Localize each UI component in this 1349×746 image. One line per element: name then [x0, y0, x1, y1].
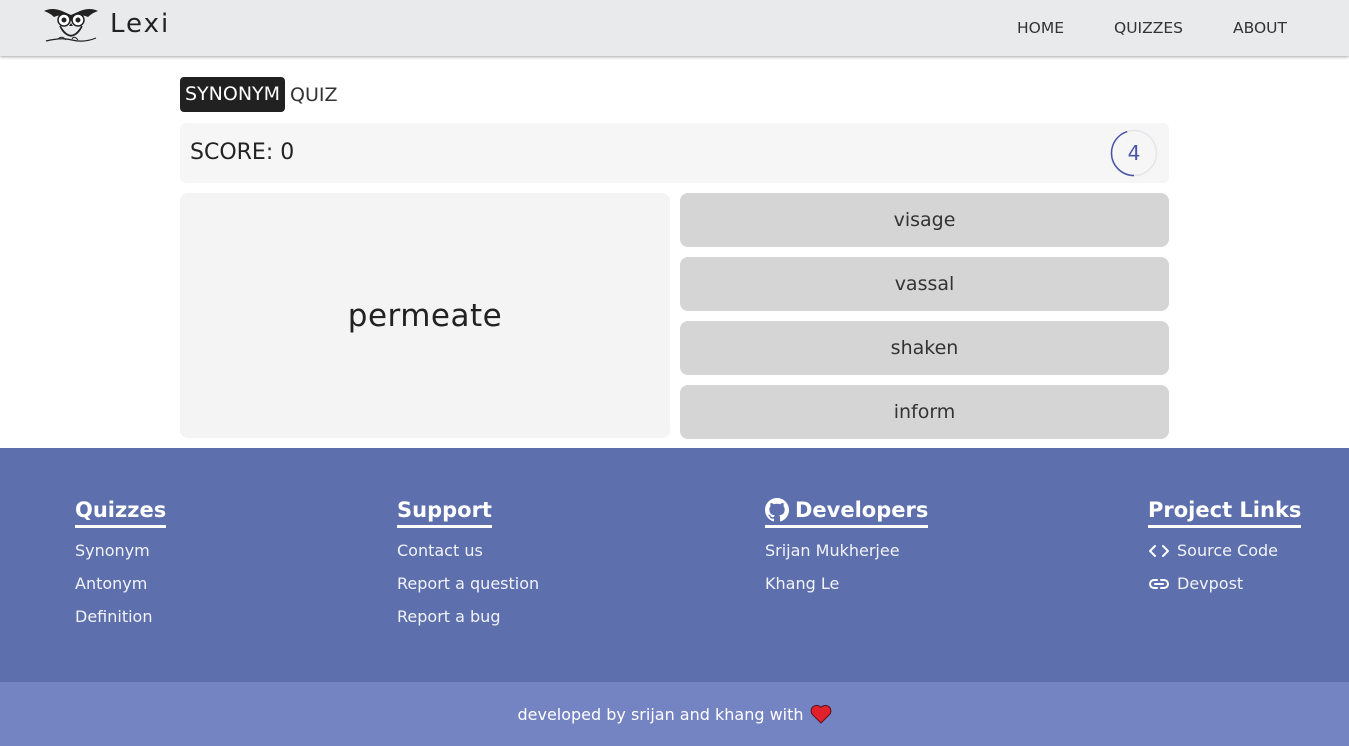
answer-option[interactable]: visage	[680, 193, 1169, 247]
credit-text: developed by srijan and khang with	[517, 704, 804, 724]
footer-heading-support: Support	[397, 498, 492, 528]
footer-col-support: Support Contact us Report a question Rep…	[397, 498, 539, 627]
footer-link-report-bug[interactable]: Report a bug	[397, 606, 539, 627]
credit-bar: developed by srijan and khang with	[0, 682, 1349, 746]
answer-option[interactable]: shaken	[680, 321, 1169, 375]
footer-link-source-code[interactable]: Source Code	[1148, 540, 1301, 561]
footer-link-definition[interactable]: Definition	[75, 606, 166, 627]
brand-name: Lexi	[110, 9, 171, 39]
footer-link-antonym[interactable]: Antonym	[75, 573, 166, 594]
nav-about-link[interactable]: ABOUT	[1233, 19, 1287, 37]
footer-heading-project-links: Project Links	[1148, 498, 1302, 528]
nav-home-link[interactable]: HOME	[1017, 19, 1064, 37]
score-label: SCORE: 0	[190, 140, 295, 165]
quiz-title: SYNONYM QUIZ	[180, 77, 1169, 112]
footer-link-report-question[interactable]: Report a question	[397, 573, 539, 594]
answer-option[interactable]: inform	[680, 385, 1169, 439]
timer-value: 4	[1127, 141, 1141, 165]
score-bar: SCORE: 0 4	[180, 123, 1169, 183]
quiz-title-suffix: QUIZ	[290, 83, 338, 106]
prompt-word: permeate	[347, 297, 503, 334]
footer-link-contact[interactable]: Contact us	[397, 540, 539, 561]
nav-menu: HOME QUIZZES ABOUT	[967, 0, 1287, 56]
brand[interactable]: Lexi	[42, 5, 170, 43]
footer-col-project-links: Project Links Source Code Devpost	[1148, 498, 1302, 594]
footer-heading-quizzes: Quizzes	[75, 498, 167, 528]
github-icon	[765, 498, 789, 522]
footer: Quizzes Synonym Antonym Definition Suppo…	[0, 448, 1349, 682]
footer-heading-developers: Developers	[765, 498, 929, 528]
footer-col-quizzes: Quizzes Synonym Antonym Definition	[75, 498, 167, 627]
owl-logo-icon	[44, 9, 98, 42]
prompt-word-card: permeate	[180, 193, 670, 438]
quiz-type-badge: SYNONYM	[180, 77, 286, 112]
answer-option[interactable]: vassal	[680, 257, 1169, 311]
nav-quizzes-link[interactable]: QUIZZES	[1114, 19, 1183, 37]
footer-link-developer[interactable]: Khang Le	[765, 573, 928, 594]
footer-link-devpost[interactable]: Devpost	[1148, 573, 1301, 594]
footer-link-developer[interactable]: Srijan Mukherjee	[765, 540, 928, 561]
footer-link-synonym[interactable]: Synonym	[75, 540, 166, 561]
link-icon	[1149, 578, 1169, 589]
footer-col-developers: Developers Srijan Mukherjee Khang Le	[765, 498, 929, 594]
answer-options: visage vassal shaken inform	[680, 193, 1169, 449]
heart-icon	[810, 705, 831, 724]
quiz-container: SYNONYM QUIZ SCORE: 0 4 permeate visage …	[180, 77, 1169, 439]
countdown-timer: 4	[1110, 129, 1158, 177]
navbar: Lexi HOME QUIZZES ABOUT	[0, 0, 1349, 56]
code-icon	[1149, 544, 1169, 557]
